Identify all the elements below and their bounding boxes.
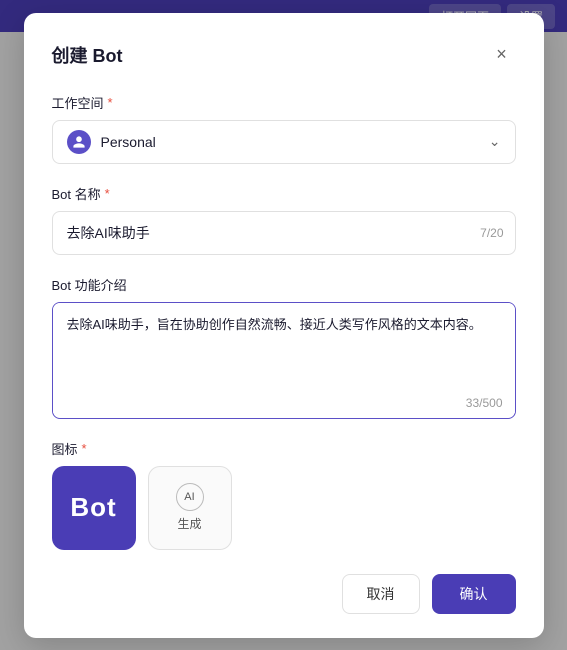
icon-label: 图标 *	[52, 439, 516, 458]
icon-preview-button[interactable]: Bot	[52, 466, 136, 550]
workspace-avatar	[67, 130, 91, 154]
bot-name-char-count: 7/20	[480, 226, 503, 240]
confirm-button[interactable]: 确认	[432, 574, 516, 614]
bot-name-required: *	[105, 186, 110, 201]
modal-header: 创建 Bot ×	[52, 41, 516, 69]
workspace-value: Personal	[101, 134, 489, 150]
bot-desc-label: Bot 功能介绍	[52, 275, 516, 294]
icon-required: *	[82, 441, 87, 456]
modal-overlay: 创建 Bot × 工作空间 * Personal ⌄ Bot 名称	[0, 0, 567, 650]
generate-label: 生成	[177, 515, 201, 532]
bot-desc-field-group: Bot 功能介绍 33/500	[52, 275, 516, 419]
icon-section: 图标 * Bot AI 生成	[52, 439, 516, 550]
bot-desc-textarea-wrapper: 33/500	[52, 302, 516, 419]
workspace-field-group: 工作空间 * Personal ⌄	[52, 93, 516, 164]
create-bot-modal: 创建 Bot × 工作空间 * Personal ⌄ Bot 名称	[24, 13, 544, 638]
cancel-button[interactable]: 取消	[342, 574, 420, 614]
workspace-label: 工作空间 *	[52, 93, 516, 112]
bot-name-field-group: Bot 名称 * 7/20	[52, 184, 516, 255]
bot-name-label: Bot 名称 *	[52, 184, 516, 203]
workspace-required: *	[108, 95, 113, 110]
ai-icon: AI	[176, 483, 204, 511]
bot-name-input[interactable]	[52, 211, 516, 255]
modal-footer: 取消 确认	[52, 574, 516, 614]
chevron-down-icon: ⌄	[489, 133, 501, 150]
bot-desc-textarea[interactable]	[53, 303, 515, 413]
close-button[interactable]: ×	[488, 41, 516, 69]
icon-preview-text: Bot	[70, 492, 116, 523]
modal-title: 创建 Bot	[52, 42, 123, 68]
bot-desc-char-count: 33/500	[466, 396, 503, 410]
icon-options: Bot AI 生成	[52, 466, 516, 550]
bot-name-input-wrapper: 7/20	[52, 211, 516, 255]
generate-icon-button[interactable]: AI 生成	[148, 466, 232, 550]
workspace-select[interactable]: Personal ⌄	[52, 120, 516, 164]
person-icon	[72, 135, 86, 149]
